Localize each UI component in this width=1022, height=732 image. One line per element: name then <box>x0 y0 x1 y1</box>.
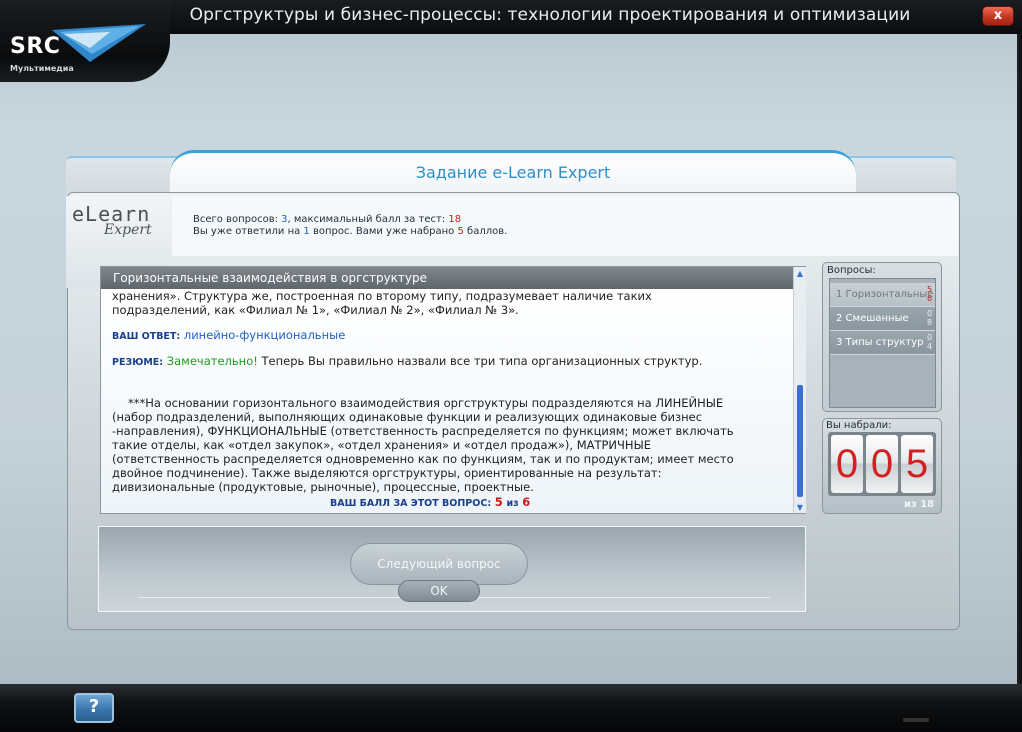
logo-subtitle: Мультимедиа <box>10 64 74 73</box>
your-answer: ВАШ ОТВЕТ: линейно-функциональные <box>112 328 346 342</box>
explanation-line: двойное подчинение). Также выделяются ор… <box>112 466 662 480</box>
score-counter: 0 0 5 <box>828 432 936 496</box>
question-title: Горизонтальные взаимодействия в оргструк… <box>101 267 793 289</box>
question-item-3[interactable]: 3 Типы структур 04 <box>830 331 935 355</box>
score-total: из 18 <box>904 499 935 510</box>
explanation-line: такие отделы, как «отдел закупок», «отде… <box>112 438 651 452</box>
question-item-2[interactable]: 2 Смешанные 08 <box>830 307 935 331</box>
text-line: хранения». Структура же, построенная по … <box>112 289 652 303</box>
score-digit: 5 <box>901 435 933 493</box>
feedback-body: хранения». Структура же, построенная по … <box>101 289 793 513</box>
resume: РЕЗЮМЕ: Замечательно! Теперь Вы правильн… <box>112 354 703 368</box>
next-question-button[interactable]: Следующий вопрос <box>350 543 528 585</box>
panel-title: Задание e-Learn Expert <box>415 163 611 182</box>
help-button[interactable]: ? <box>74 693 114 723</box>
expert-logo-text: Expert <box>104 222 152 238</box>
scroll-up-icon[interactable]: ▲ <box>795 269 805 279</box>
info-total: Всего вопросов: 3, максимальный балл за … <box>193 214 462 225</box>
explanation-line: -направления), ФУНКЦИОНАЛЬНЫЕ (ответстве… <box>112 424 734 438</box>
text-line: подразделений, как «Филиал № 1», «Филиал… <box>112 303 519 317</box>
scroll-down-icon[interactable]: ▼ <box>795 503 805 513</box>
logo-wing-icon <box>52 24 146 62</box>
explanation-line: ***На основании горизонтального взаимоде… <box>128 396 724 410</box>
window-border <box>1017 34 1022 684</box>
test-info: Всего вопросов: 3, максимальный балл за … <box>172 196 958 256</box>
close-icon: x <box>993 8 1003 23</box>
logo-text: SRC <box>10 34 61 59</box>
bottom-bar <box>0 684 1022 732</box>
score-title: Вы набрали: <box>826 420 892 431</box>
resize-grip[interactable] <box>903 718 929 722</box>
questions-title: Вопросы: <box>827 265 876 276</box>
close-button[interactable]: x <box>982 6 1014 26</box>
feedback-box: Горизонтальные взаимодействия в оргструк… <box>100 266 806 514</box>
score-digit: 0 <box>866 435 898 493</box>
ok-button[interactable]: OK <box>398 580 480 602</box>
explanation-line: (набор подразделений, выполняющих одинак… <box>112 410 703 424</box>
info-progress: Вы уже ответили на 1 вопрос. Вами уже на… <box>193 226 508 237</box>
question-score: 08 <box>926 309 933 327</box>
src-logo: SRC Мультимедиа <box>0 0 170 82</box>
question-score: 56 <box>926 285 933 303</box>
explanation-line: (ответственность распределяется одноврем… <box>112 452 734 466</box>
explanation-line: дивизиональные (продуктовые, рыночные), … <box>112 480 534 494</box>
score-digit: 0 <box>831 435 863 493</box>
question-item-1[interactable]: 1 Горизонтальные 56 <box>830 283 935 307</box>
question-score: ВАШ БАЛЛ ЗА ЭТОТ ВОПРОС: 5 из 6 <box>330 495 531 509</box>
questions-list: 1 Горизонтальные 56 2 Смешанные 08 3 Тип… <box>829 278 936 408</box>
scroll-thumb[interactable] <box>797 385 803 497</box>
vertical-scrollbar[interactable]: ▲ ▼ <box>793 267 806 513</box>
question-score: 04 <box>926 333 933 351</box>
help-icon: ? <box>88 696 100 717</box>
